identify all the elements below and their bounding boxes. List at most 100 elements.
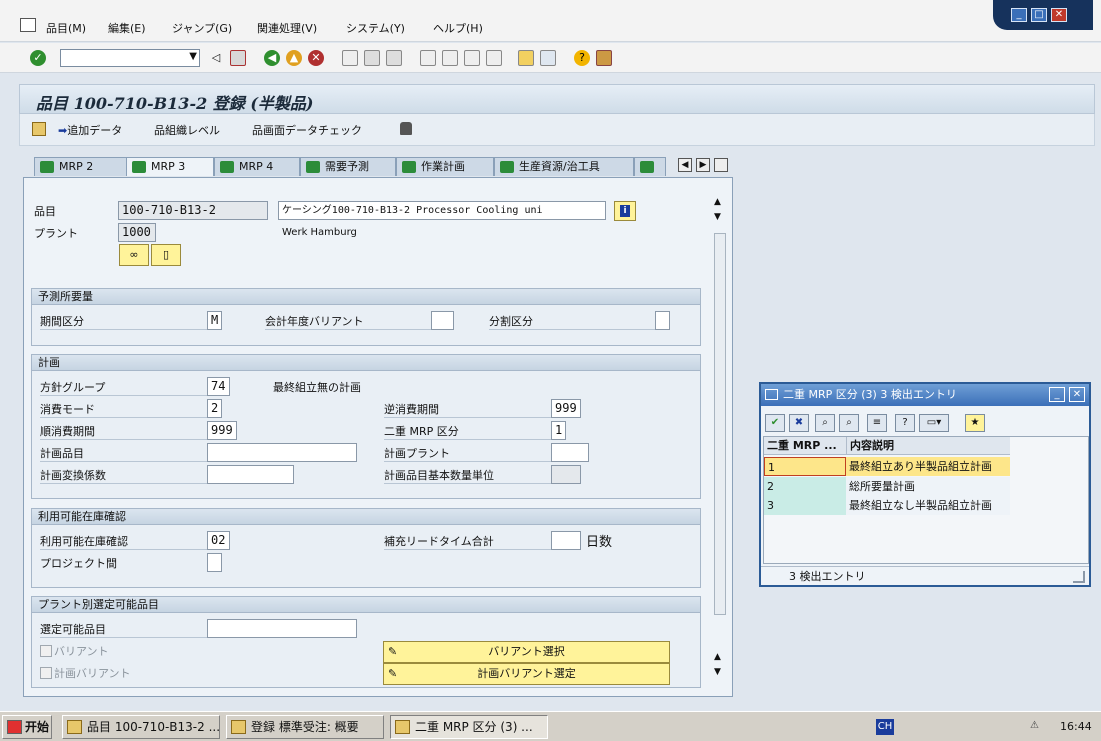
print-dropdown-icon[interactable]: ▭▾ — [919, 414, 949, 432]
variant-checkbox[interactable] — [40, 645, 52, 657]
find-icon[interactable]: ⌕ — [815, 414, 835, 432]
enter-check-icon[interactable]: ✓ — [30, 50, 46, 66]
plan-variant-checkbox[interactable] — [40, 667, 52, 679]
find-next-icon[interactable] — [386, 50, 402, 66]
back-icon[interactable]: ◀ — [264, 50, 280, 66]
plan-variant-selection-label: 計画バリアント選定 — [477, 667, 576, 680]
material-description-field[interactable]: ケーシング100-710-B13-2 Processor Cooling uni — [278, 201, 606, 220]
backward-period-field[interactable]: 999 — [551, 399, 581, 418]
strategy-group-field[interactable]: 74 — [207, 377, 230, 396]
table-cell-description[interactable]: 最終組立あり半製品組立計画 — [846, 457, 1010, 476]
warning-icon[interactable]: ⚠ — [1030, 720, 1039, 731]
resize-grip-icon[interactable] — [1073, 571, 1085, 583]
document-icon[interactable]: ▯ — [151, 244, 181, 266]
planning-plant-field[interactable] — [551, 443, 589, 462]
maximize-icon[interactable]: □ — [1031, 8, 1047, 22]
next-page-icon[interactable] — [464, 50, 480, 66]
create-session-icon[interactable] — [518, 50, 534, 66]
variant-selection-button[interactable]: ✎ バリアント選択 — [383, 641, 670, 663]
scroll-down-icon[interactable]: ▼ — [714, 212, 721, 222]
tab-mrp2[interactable]: MRP 2 — [34, 157, 130, 176]
cancel-icon[interactable]: ✕ — [308, 50, 324, 66]
find-next-icon[interactable]: ⌕ — [839, 414, 859, 432]
table-cell-description[interactable]: 総所要量計画 — [846, 477, 1010, 496]
table-cell-code[interactable]: 3 — [764, 496, 846, 515]
planning-group: 計画 方針グループ 74 最終組立無の計画 消費モード 2 逆消費期間 999 … — [31, 354, 701, 499]
help-icon[interactable]: ? — [574, 50, 590, 66]
minimize-icon[interactable]: _ — [1011, 8, 1027, 22]
mixed-mrp-field[interactable]: 1 — [551, 421, 566, 440]
tab-mrp3[interactable]: MRP 3 — [126, 157, 214, 176]
cross-project-field[interactable] — [207, 553, 222, 572]
tab-work-scheduling[interactable]: 作業計画 — [396, 157, 494, 176]
close-icon[interactable]: ✕ — [1051, 8, 1067, 22]
fiscal-year-variant-field[interactable] — [431, 311, 454, 330]
splitting-indicator-field[interactable] — [655, 311, 670, 330]
planning-material-field[interactable] — [207, 443, 357, 462]
scroll-up-icon[interactable]: ▲ — [714, 197, 721, 207]
exit-icon[interactable]: ▲ — [286, 50, 302, 66]
personal-list-icon[interactable]: ★ — [965, 414, 985, 432]
period-field[interactable]: M — [207, 311, 222, 330]
scroll-thumb[interactable] — [714, 233, 726, 615]
vertical-scrollbar[interactable]: ▲ ▼ ▲ ▼ — [712, 195, 728, 685]
scroll-up-icon[interactable]: ▲ — [714, 652, 721, 662]
start-button[interactable]: 开始 — [2, 715, 52, 739]
tab-list-icon[interactable] — [714, 158, 728, 172]
taskbar-item-sales-order[interactable]: 登録 標準受注: 概要 — [226, 715, 384, 739]
popup-minimize-icon[interactable]: _ — [1049, 387, 1065, 402]
menu-environment[interactable]: 関連処理(V) — [257, 20, 317, 36]
glasses-display-icon[interactable]: ∞ — [119, 244, 149, 266]
save-icon[interactable] — [230, 50, 246, 66]
info-icon[interactable]: i — [614, 201, 636, 221]
availability-check-field[interactable]: 02 — [207, 531, 230, 550]
previous-page-icon[interactable] — [442, 50, 458, 66]
layout-menu-icon[interactable] — [596, 50, 612, 66]
back-arrow-icon[interactable]: ◁ — [208, 50, 224, 66]
conversion-factor-field[interactable] — [207, 465, 294, 484]
tab-scroll-right-icon[interactable]: ▶ — [696, 158, 710, 172]
menu-help[interactable]: ヘルプ(H) — [433, 20, 483, 36]
total-lead-time-field[interactable] — [551, 531, 581, 550]
menu-edit[interactable]: 編集(E) — [108, 20, 146, 36]
print-icon[interactable] — [342, 50, 358, 66]
forward-period-field[interactable]: 999 — [207, 421, 237, 440]
tab-forecast[interactable]: 需要予測 — [300, 157, 396, 176]
shortcut-icon[interactable] — [540, 50, 556, 66]
other-material-icon[interactable] — [32, 122, 46, 136]
tab-prt[interactable]: 生産資源/治工具 — [494, 157, 634, 176]
confirm-check-icon[interactable]: ✔ — [765, 414, 785, 432]
taskbar-item-mixed-mrp[interactable]: 二重 MRP 区分 (3) ... — [390, 715, 548, 739]
sort-icon[interactable]: ≡ — [867, 414, 887, 432]
menu-system[interactable]: システム(Y) — [346, 20, 405, 36]
org-level-button[interactable]: 品組織レベル — [154, 122, 220, 138]
plan-variant-selection-button[interactable]: ✎ 計画バリアント選定 — [383, 663, 670, 685]
menu-goto[interactable]: ジャンプ(G) — [172, 20, 232, 36]
tab-scroll-left-icon[interactable]: ◀ — [678, 158, 692, 172]
table-cell-code[interactable]: 2 — [764, 477, 846, 496]
first-page-icon[interactable] — [420, 50, 436, 66]
chevron-down-icon[interactable]: ▼ — [189, 51, 197, 62]
last-page-icon[interactable] — [486, 50, 502, 66]
table-cell-description[interactable]: 最終組立なし半製品組立計画 — [846, 496, 1010, 515]
tab-mrp4[interactable]: MRP 4 — [214, 157, 300, 176]
add-data-button[interactable]: ➡追加データ — [58, 122, 122, 138]
check-screen-data-button[interactable]: 品画面データチェック — [252, 122, 362, 138]
info-help-icon[interactable]: ? — [895, 414, 915, 432]
command-field[interactable]: ▼ — [60, 49, 200, 67]
taskbar-item-material[interactable]: 品目 100-710-B13-2 ... — [62, 715, 220, 739]
planning-group-title: 計画 — [32, 355, 700, 371]
consumption-mode-field[interactable]: 2 — [207, 399, 222, 418]
page-title: 品目 100-710-B13-2 登録 (半製品) — [36, 94, 314, 113]
language-indicator[interactable]: CH — [876, 719, 894, 735]
menu-material[interactable]: 品目(M) — [46, 20, 86, 36]
tab-more[interactable] — [634, 157, 666, 176]
table-cell-code[interactable]: 1 — [764, 457, 846, 476]
find-icon[interactable] — [364, 50, 380, 66]
sap-menu-icon[interactable] — [20, 18, 36, 32]
selectable-material-field[interactable] — [207, 619, 357, 638]
scroll-down-icon[interactable]: ▼ — [714, 667, 721, 677]
lock-icon[interactable] — [400, 122, 412, 135]
popup-close-icon[interactable]: ✕ — [1069, 387, 1085, 402]
cancel-x-icon[interactable]: ✖ — [789, 414, 809, 432]
